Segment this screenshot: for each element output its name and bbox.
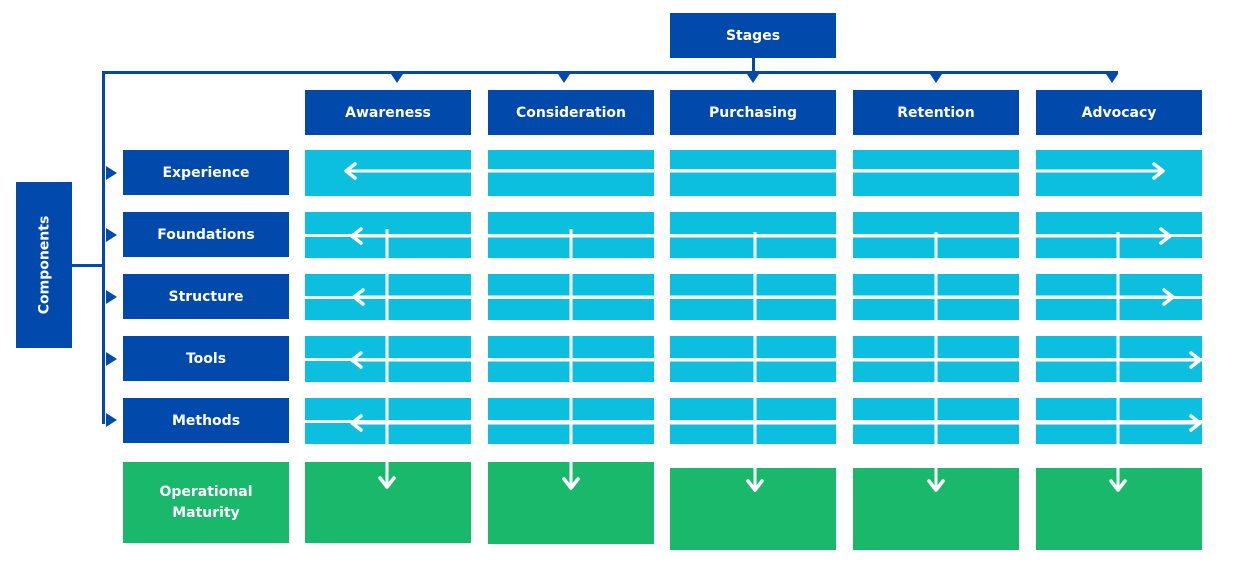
cell-divider bbox=[488, 169, 654, 172]
cell-divider bbox=[670, 420, 836, 423]
cell-divider bbox=[670, 296, 836, 299]
arrow-overlay bbox=[305, 162, 1202, 492]
cell-divider bbox=[670, 234, 836, 237]
cell-divider bbox=[670, 358, 836, 361]
cell-divider bbox=[670, 169, 836, 172]
cell-divider bbox=[853, 169, 1019, 172]
